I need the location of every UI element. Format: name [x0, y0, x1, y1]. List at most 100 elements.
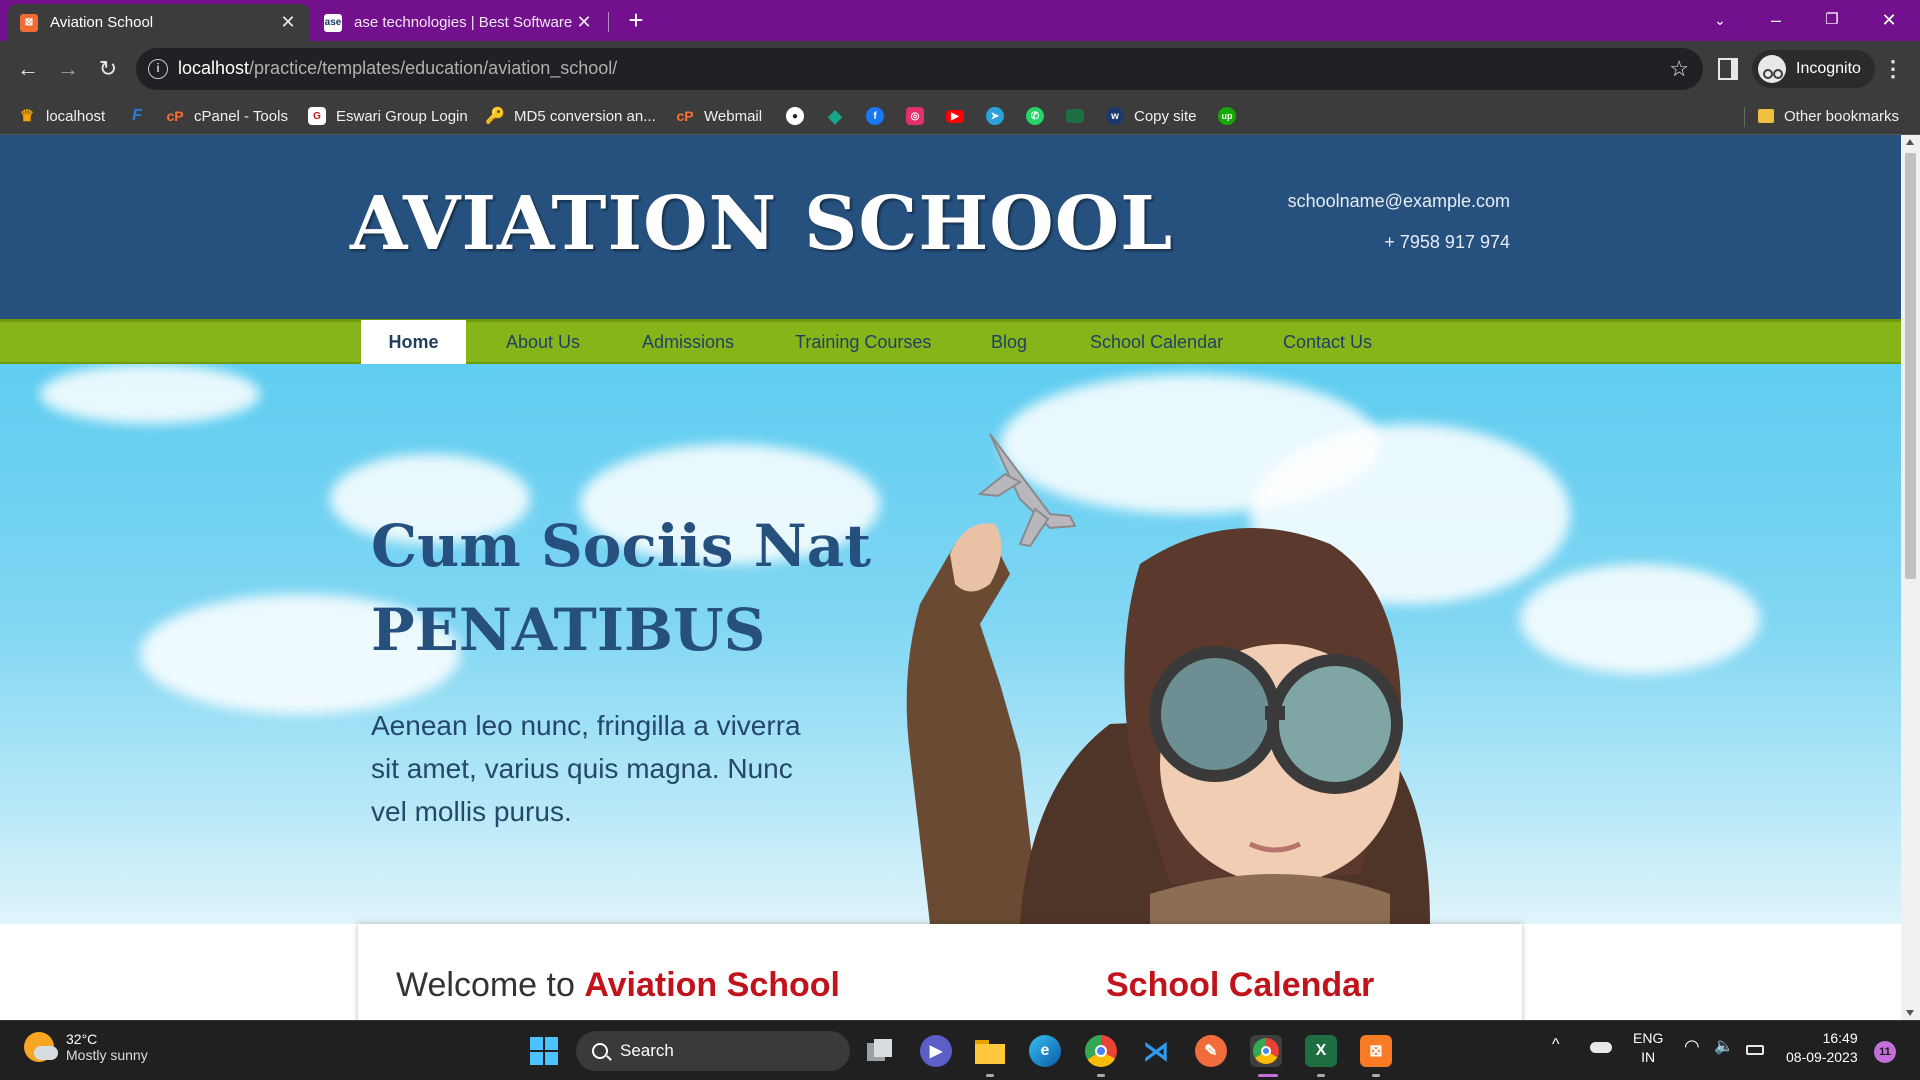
close-tab-icon[interactable]: ✕	[574, 12, 594, 33]
nav-contact-us[interactable]: Contact Us	[1283, 322, 1372, 364]
w-icon: w	[1106, 107, 1124, 125]
tab-aviation-school[interactable]: ⊠ Aviation School ✕	[8, 4, 310, 41]
bookmark-copy-site[interactable]: w Copy site	[1106, 104, 1197, 128]
bookmark-upwork[interactable]: up	[1218, 104, 1246, 128]
excel-icon[interactable]: X	[1305, 1035, 1337, 1067]
hero-text: Aenean leo nunc, fringilla a viverra sit…	[371, 710, 801, 827]
profile-label: Incognito	[1796, 60, 1861, 77]
wifi-icon[interactable]: ◠	[1684, 1037, 1700, 1056]
bookmark-eswari[interactable]: G Eswari Group Login	[308, 104, 468, 128]
bookmark-whatsapp[interactable]: ✆	[1026, 104, 1054, 128]
battery-icon[interactable]	[1746, 1041, 1764, 1060]
contact-email[interactable]: schoolname@example.com	[1288, 191, 1510, 212]
language-indicator[interactable]: ENG IN	[1633, 1029, 1663, 1067]
bookmark-localhost[interactable]: ♛ localhost	[18, 104, 105, 128]
chrome-incognito-icon[interactable]	[1250, 1035, 1282, 1067]
edge-browser-icon[interactable]: e	[1029, 1035, 1061, 1067]
bookmark-star-icon[interactable]: ☆	[1669, 56, 1689, 82]
bookmark-youtube[interactable]: ▶	[946, 104, 974, 128]
windows-start-icon[interactable]	[528, 1035, 560, 1067]
bookmark-instagram[interactable]: ◎	[906, 104, 934, 128]
bookmarks-divider	[1744, 107, 1745, 127]
bookmark-f-logo[interactable]: F	[128, 104, 156, 128]
page-scrollbar[interactable]	[1901, 135, 1920, 1020]
tab-title: ase technologies | Best Software	[354, 14, 573, 31]
xampp-icon[interactable]: ⊠	[1360, 1035, 1392, 1067]
new-tab-button[interactable]: +	[622, 6, 650, 34]
diamond-icon: ◆	[828, 105, 842, 126]
file-explorer-icon[interactable]	[974, 1035, 1006, 1067]
welcome-highlight: Aviation School	[584, 966, 840, 1004]
nav-school-calendar[interactable]: School Calendar	[1090, 322, 1223, 364]
volume-icon[interactable]: 🔈	[1714, 1037, 1734, 1056]
show-hidden-icons-chevron-icon[interactable]: ^	[1552, 1035, 1560, 1054]
nav-admissions[interactable]: Admissions	[642, 322, 734, 364]
bookmark-telegram[interactable]: ➤	[986, 104, 1014, 128]
running-indicator	[1097, 1074, 1105, 1077]
active-indicator	[1258, 1074, 1278, 1077]
welcome-heading: Welcome to Aviation School	[396, 966, 840, 1005]
chrome-icon[interactable]	[1085, 1035, 1117, 1067]
hero-heading: Cum Sociis Nat PENATIBUS	[371, 504, 871, 672]
back-arrow-icon[interactable]: ←	[12, 53, 44, 85]
scrollbar-thumb[interactable]	[1905, 153, 1916, 579]
onedrive-cloud-icon[interactable]	[1590, 1039, 1612, 1058]
address-bar[interactable]: i localhost/practice/templates/education…	[136, 48, 1703, 90]
bookmark-diamond[interactable]: ◆	[826, 104, 854, 128]
url-text[interactable]: localhost/practice/templates/education/a…	[178, 58, 617, 79]
browser-menu-icon[interactable]: ⋮	[1882, 53, 1904, 85]
other-bookmarks-folder[interactable]: Other bookmarks	[1758, 104, 1899, 128]
minimize-icon[interactable]: –	[1753, 4, 1799, 36]
f-logo-icon: F	[132, 107, 142, 124]
bookmark-folder-green[interactable]	[1066, 104, 1094, 128]
tab-ase-technologies[interactable]: ase ase technologies | Best Software ✕	[312, 4, 606, 41]
close-tab-icon[interactable]: ✕	[278, 12, 298, 33]
xampp-icon: ♛	[19, 108, 35, 125]
browser-toolbar: ← → ↻ i localhost/practice/templates/edu…	[0, 41, 1920, 97]
youtube-icon: ▶	[946, 109, 964, 123]
weather-temperature: 32°C	[66, 1031, 98, 1047]
key-icon: 🔑	[485, 108, 505, 125]
close-window-icon[interactable]: ✕	[1866, 4, 1912, 36]
restore-icon[interactable]: ❐	[1809, 4, 1855, 36]
taskbar-search-box[interactable]: Search	[576, 1031, 850, 1071]
scroll-down-arrow-icon[interactable]	[1906, 1010, 1914, 1016]
weather-description: Mostly sunny	[66, 1047, 148, 1063]
running-indicator	[986, 1074, 994, 1077]
bookmark-github[interactable]: ●	[786, 104, 814, 128]
site-title[interactable]: AVIATION SCHOOL	[350, 181, 1173, 267]
forward-arrow-icon[interactable]: →	[52, 53, 84, 85]
clock-time: 16:49	[1822, 1030, 1858, 1046]
reload-icon[interactable]: ↻	[92, 53, 124, 85]
nav-training-courses[interactable]: Training Courses	[795, 322, 931, 364]
bookmark-webmail[interactable]: cP Webmail	[676, 104, 762, 128]
nav-about-us[interactable]: About Us	[506, 322, 580, 364]
nav-blog[interactable]: Blog	[991, 322, 1027, 364]
weather-widget[interactable]: 32°C Mostly sunny	[24, 1031, 148, 1063]
bookmark-md5[interactable]: 🔑 MD5 conversion an...	[485, 104, 656, 128]
tab-title: Aviation School	[50, 14, 154, 31]
site-info-icon[interactable]: i	[148, 59, 168, 79]
side-panel-icon[interactable]	[1718, 58, 1738, 80]
cloud	[1520, 564, 1760, 674]
page-viewport: AVIATION SCHOOL schoolname@example.com +…	[0, 135, 1901, 1020]
task-view-icon[interactable]	[864, 1035, 896, 1067]
notification-badge[interactable]: 11	[1874, 1041, 1896, 1063]
instagram-icon: ◎	[906, 107, 924, 125]
tab-search-chevron-icon[interactable]: ⌄	[1697, 4, 1743, 36]
cpanel-icon: cP	[166, 108, 184, 124]
bookmark-facebook[interactable]: f	[866, 104, 894, 128]
incognito-profile-button[interactable]: Incognito	[1752, 50, 1875, 88]
scroll-up-arrow-icon[interactable]	[1906, 139, 1914, 145]
xampp-favicon-icon: ⊠	[20, 13, 38, 32]
eswari-icon: G	[308, 107, 326, 125]
search-icon	[592, 1043, 608, 1059]
teams-chat-icon[interactable]: ▶	[920, 1035, 952, 1067]
bookmark-cpanel[interactable]: cP cPanel - Tools	[166, 104, 288, 128]
postman-icon[interactable]: ✎	[1195, 1035, 1227, 1067]
vscode-icon[interactable]: ⋊	[1140, 1035, 1172, 1067]
clock[interactable]: 16:49 08-09-2023	[1786, 1029, 1858, 1067]
whatsapp-icon: ✆	[1026, 107, 1044, 125]
main-navigation: Home About Us Admissions Training Course…	[0, 319, 1901, 372]
running-indicator	[1317, 1074, 1325, 1077]
